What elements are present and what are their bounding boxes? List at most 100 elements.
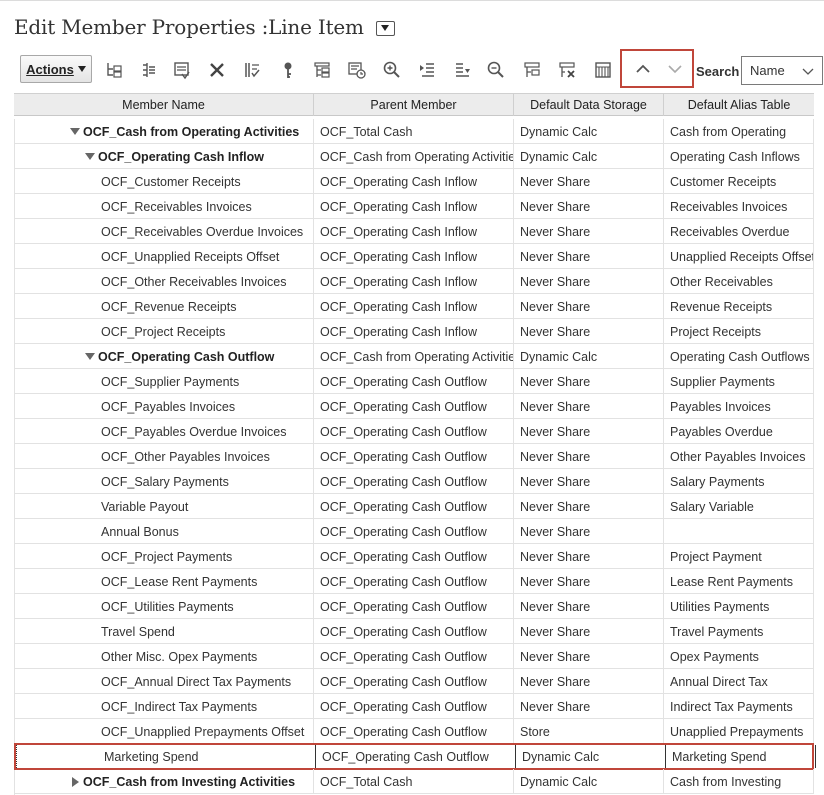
add-child-icon[interactable] — [104, 60, 124, 80]
table-row[interactable]: OCF_Annual Direct Tax Payments OCF_Operat… — [14, 669, 814, 694]
column-header-default-data-storage[interactable]: Default Data Storage — [514, 94, 664, 116]
clear-icon[interactable] — [557, 60, 577, 80]
parent-member-cell[interactable]: OCF_Operating Cash Outflow — [314, 369, 514, 394]
chevron-down-icon[interactable] — [666, 60, 684, 78]
table-row[interactable]: OCF_Unapplied Receipts Offset OCF_Operati… — [14, 244, 814, 269]
data-storage-cell[interactable]: Never Share — [514, 294, 664, 319]
member-name-cell[interactable]: OCF_Cash from Investing Activities — [14, 769, 314, 794]
table-row[interactable]: OCF_Indirect Tax Payments OCF_Operating C… — [14, 694, 814, 719]
column-header-member-name[interactable]: Member Name — [14, 94, 314, 116]
title-menu-button[interactable] — [375, 20, 395, 36]
alias-cell[interactable]: Travel Payments — [664, 619, 814, 644]
zoom-in-icon[interactable] — [382, 60, 402, 80]
parent-member-cell[interactable]: OCF_Operating Cash Inflow — [314, 269, 514, 294]
member-name-cell[interactable]: OCF_Operating Cash Outflow — [14, 344, 314, 369]
table-row[interactable]: Other Misc. Opex Payments OCF_Operating C… — [14, 644, 814, 669]
parent-member-cell[interactable]: OCF_Operating Cash Outflow — [314, 644, 514, 669]
parent-member-cell[interactable]: OCF_Operating Cash Inflow — [314, 319, 514, 344]
member-name-cell[interactable]: OCF_Unapplied Receipts Offset — [14, 244, 314, 269]
alias-cell[interactable]: Receivables Overdue — [664, 219, 814, 244]
data-storage-cell[interactable]: Never Share — [514, 669, 664, 694]
table-row[interactable]: Travel Spend OCF_Operating Cash Outflow Ne… — [14, 619, 814, 644]
member-name-cell[interactable]: OCF_Project Payments — [14, 544, 314, 569]
table-row[interactable]: OCF_Receivables Invoices OCF_Operating Ca… — [14, 194, 814, 219]
parent-member-cell[interactable]: OCF_Operating Cash Outflow — [314, 569, 514, 594]
data-storage-cell[interactable]: Dynamic Calc — [514, 769, 664, 794]
data-storage-cell[interactable]: Never Share — [514, 169, 664, 194]
data-storage-cell[interactable]: Never Share — [514, 394, 664, 419]
expand-triangle-down-icon[interactable] — [84, 151, 96, 163]
alias-cell[interactable]: Other Receivables — [664, 269, 814, 294]
member-name-cell[interactable]: OCF_Cash from Operating Activities — [14, 119, 314, 144]
data-storage-cell[interactable]: Never Share — [514, 494, 664, 519]
data-storage-cell[interactable]: Never Share — [514, 544, 664, 569]
parent-member-cell[interactable]: OCF_Operating Cash Outflow — [316, 745, 516, 768]
data-storage-cell[interactable]: Store — [514, 719, 664, 744]
member-name-cell[interactable]: OCF_Utilities Payments — [14, 594, 314, 619]
member-name-cell[interactable]: Travel Spend — [14, 619, 314, 644]
member-name-cell[interactable]: OCF_Salary Payments — [14, 469, 314, 494]
alias-cell[interactable]: Unapplied Receipts Offset — [664, 244, 814, 269]
actions-menu-button[interactable]: Actions — [20, 55, 92, 83]
alias-cell[interactable]: Operating Cash Outflows — [664, 344, 814, 369]
data-storage-cell[interactable]: Never Share — [514, 319, 664, 344]
table-row[interactable]: OCF_Receivables Overdue Invoices OCF_Oper… — [14, 219, 814, 244]
parent-member-cell[interactable]: OCF_Operating Cash Inflow — [314, 294, 514, 319]
delete-icon[interactable] — [207, 60, 227, 80]
parent-member-cell[interactable]: OCF_Operating Cash Outflow — [314, 494, 514, 519]
parent-member-cell[interactable]: OCF_Operating Cash Outflow — [314, 544, 514, 569]
data-storage-cell[interactable]: Never Share — [514, 219, 664, 244]
data-storage-cell[interactable]: Dynamic Calc — [516, 745, 666, 768]
alias-cell[interactable]: Project Payment — [664, 544, 814, 569]
table-row[interactable]: OCF_Project Payments OCF_Operating Cash O… — [14, 544, 814, 569]
data-storage-cell[interactable]: Dynamic Calc — [514, 119, 664, 144]
parent-member-cell[interactable]: OCF_Operating Cash Outflow — [314, 619, 514, 644]
data-storage-cell[interactable]: Never Share — [514, 419, 664, 444]
alias-cell[interactable]: Salary Payments — [664, 469, 814, 494]
table-row[interactable]: OCF_Salary Payments OCF_Operating Cash Ou… — [14, 469, 814, 494]
table-row[interactable]: OCF_Operating Cash Inflow OCF_Cash from O… — [14, 144, 814, 169]
alias-cell[interactable]: Revenue Receipts — [664, 294, 814, 319]
member-name-cell[interactable]: OCF_Customer Receipts — [14, 169, 314, 194]
table-row[interactable]: OCF_Other Receivables Invoices OCF_Operat… — [14, 269, 814, 294]
table-row[interactable]: OCF_Customer Receipts OCF_Operating Cash … — [14, 169, 814, 194]
grid-view-icon[interactable] — [593, 60, 613, 80]
key-icon[interactable] — [278, 60, 298, 80]
alias-cell[interactable]: Other Payables Invoices — [664, 444, 814, 469]
column-header-default-alias-table[interactable]: Default Alias Table — [664, 94, 814, 116]
parent-member-cell[interactable]: OCF_Operating Cash Inflow — [314, 244, 514, 269]
alias-cell[interactable]: Receivables Invoices — [664, 194, 814, 219]
member-name-cell[interactable]: OCF_Payables Overdue Invoices — [14, 419, 314, 444]
member-name-cell[interactable]: OCF_Receivables Overdue Invoices — [14, 219, 314, 244]
alias-cell[interactable]: Cash from Operating — [664, 119, 814, 144]
table-row[interactable]: OCF_Revenue Receipts OCF_Operating Cash I… — [14, 294, 814, 319]
data-storage-cell[interactable]: Never Share — [514, 369, 664, 394]
alias-cell[interactable]: Cash from Investing — [664, 769, 814, 794]
member-name-cell[interactable]: OCF_Supplier Payments — [14, 369, 314, 394]
parent-member-cell[interactable]: OCF_Operating Cash Outflow — [314, 444, 514, 469]
member-name-cell[interactable]: OCF_Project Receipts — [14, 319, 314, 344]
alias-cell[interactable]: Unapplied Prepayments — [664, 719, 814, 744]
expand-triangle-right-icon[interactable] — [69, 776, 81, 788]
data-storage-cell[interactable]: Never Share — [514, 444, 664, 469]
data-storage-cell[interactable]: Never Share — [514, 244, 664, 269]
member-name-cell[interactable]: OCF_Revenue Receipts — [14, 294, 314, 319]
alias-cell[interactable]: Payables Invoices — [664, 394, 814, 419]
member-name-cell[interactable]: OCF_Indirect Tax Payments — [14, 694, 314, 719]
expand-triangle-down-icon[interactable] — [84, 351, 96, 363]
parent-member-cell[interactable]: OCF_Cash from Operating Activities — [314, 344, 514, 369]
search-field-select[interactable]: Name — [741, 56, 823, 85]
parent-member-cell[interactable]: OCF_Operating Cash Outflow — [314, 519, 514, 544]
member-name-cell[interactable]: OCF_Receivables Invoices — [14, 194, 314, 219]
table-row[interactable]: OCF_Cash from Investing Activities OCF_To… — [14, 769, 814, 794]
member-name-cell[interactable]: Marketing Spend — [16, 745, 316, 768]
alias-cell[interactable] — [664, 519, 814, 544]
table-row[interactable]: OCF_Utilities Payments OCF_Operating Cash… — [14, 594, 814, 619]
parent-member-cell[interactable]: OCF_Operating Cash Outflow — [314, 594, 514, 619]
table-row[interactable]: OCF_Lease Rent Payments OCF_Operating Cas… — [14, 569, 814, 594]
parent-member-cell[interactable]: OCF_Operating Cash Inflow — [314, 169, 514, 194]
table-row[interactable]: OCF_Payables Overdue Invoices OCF_Operati… — [14, 419, 814, 444]
parent-member-cell[interactable]: OCF_Total Cash — [314, 119, 514, 144]
alias-cell[interactable]: Annual Direct Tax — [664, 669, 814, 694]
column-header-parent-member[interactable]: Parent Member — [314, 94, 514, 116]
